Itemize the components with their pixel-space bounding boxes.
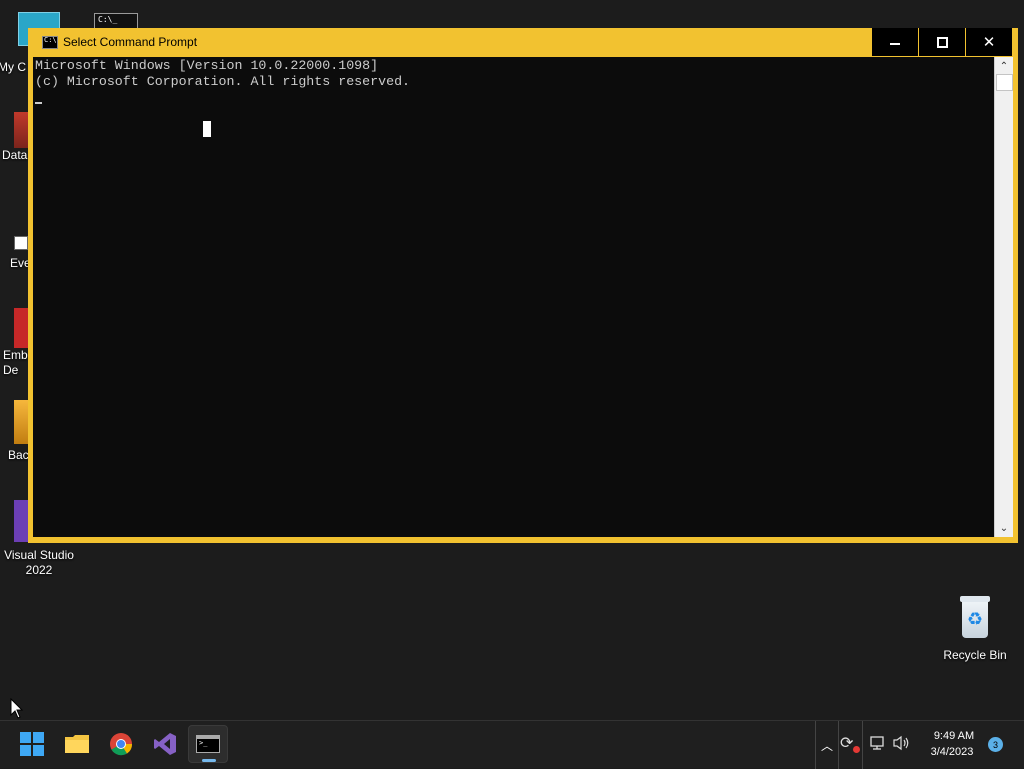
close-icon: ✕ (982, 33, 996, 51)
command-prompt-window[interactable]: Select Command Prompt ✕ Microsoft Window… (28, 28, 1018, 543)
notifications-button[interactable]: 3 (988, 737, 1003, 752)
start-button[interactable] (12, 725, 52, 763)
maximize-icon (936, 36, 948, 48)
desktop-icon-label: Eve (10, 256, 31, 270)
tray-separator (838, 721, 839, 769)
sync-icon: ⟳ (840, 733, 854, 752)
volume-button[interactable] (893, 735, 911, 756)
sync-status-button[interactable]: ⟳ (840, 733, 862, 755)
vertical-scrollbar[interactable]: ⌃ ⌄ (994, 57, 1013, 537)
desktop-icon-label: Data (2, 148, 28, 162)
desktop-icon-backup[interactable]: Bac (0, 400, 30, 463)
text-cursor (35, 102, 42, 104)
minimize-icon (890, 43, 900, 45)
desktop-icon-label: Bac (8, 448, 29, 462)
clock-button[interactable]: 9:49 AM 3/4/2023 (920, 728, 988, 762)
desktop-icon-label: Visual Studio 2022 (4, 548, 74, 577)
desktop-icon-recycle-bin[interactable]: ♻ Recycle Bin (935, 594, 1015, 663)
network-button[interactable] (870, 735, 886, 756)
file-explorer-button[interactable] (57, 725, 97, 763)
chrome-icon (110, 733, 133, 756)
maximize-button[interactable] (919, 28, 965, 56)
chrome-button[interactable] (101, 725, 141, 763)
folder-icon (65, 735, 89, 753)
taskbar: >_ ︿ ⟳ 9:49 AM 3/4/2023 3 (0, 720, 1024, 769)
visual-studio-button[interactable] (145, 725, 185, 763)
clock-date: 3/4/2023 (930, 746, 974, 758)
command-prompt-icon: >_ (196, 735, 220, 753)
minimize-button[interactable] (872, 28, 918, 56)
chevron-down-icon: ⌄ (999, 522, 1009, 534)
desktop-icon-label: Emb De (3, 348, 28, 377)
console-line: Microsoft Windows [Version 10.0.22000.10… (35, 58, 379, 73)
cmd-shortcut-glyph: C:\_ (98, 15, 118, 24)
shortcut-arrow-icon (14, 236, 28, 250)
visual-studio-icon (14, 500, 28, 542)
chevron-up-icon: ⌃ (999, 60, 1009, 72)
scroll-up-button[interactable]: ⌃ (995, 58, 1013, 74)
window-title: Select Command Prompt (63, 35, 198, 49)
console-line: (c) Microsoft Corporation. All rights re… (35, 74, 411, 89)
active-app-indicator (202, 759, 216, 762)
chevron-up-icon: ︿ (820, 738, 833, 753)
command-prompt-icon (42, 36, 58, 49)
desktop-icon-events[interactable]: Eve (0, 236, 31, 271)
notification-count: 3 (992, 739, 998, 750)
network-icon (870, 736, 884, 750)
speaker-icon (893, 735, 909, 751)
desktop-icon-embedded[interactable]: Emb De (0, 308, 30, 378)
selection-caret (203, 121, 211, 137)
tray-separator (862, 721, 863, 769)
visual-studio-icon (154, 733, 176, 755)
windows-logo-icon (20, 732, 44, 756)
scroll-down-button[interactable]: ⌄ (995, 520, 1013, 536)
command-prompt-taskbar-button[interactable]: >_ (188, 725, 228, 763)
scrollbar-thumb[interactable] (996, 74, 1013, 91)
desktop-icon-label: Recycle Bin (943, 648, 1007, 662)
console-output[interactable]: Microsoft Windows [Version 10.0.22000.10… (33, 57, 994, 537)
mouse-pointer-icon (10, 698, 24, 719)
desktop-icon-data[interactable]: Data (0, 112, 30, 163)
clock-time: 9:49 AM (933, 730, 975, 742)
close-button[interactable]: ✕ (966, 28, 1012, 56)
error-dot-icon (853, 746, 860, 753)
recycle-bin-icon: ♻ (958, 596, 992, 638)
window-titlebar[interactable]: Select Command Prompt ✕ (28, 28, 1018, 56)
show-hidden-icons-button[interactable]: ︿ (816, 721, 838, 769)
